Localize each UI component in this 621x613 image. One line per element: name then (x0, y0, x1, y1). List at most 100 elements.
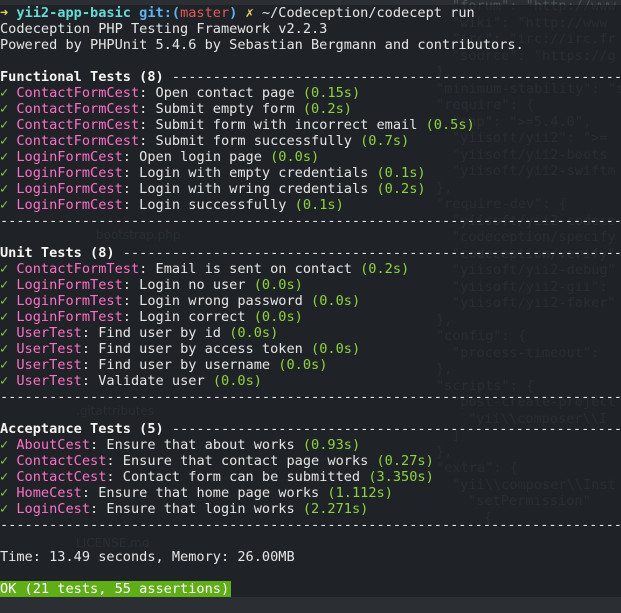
test-time: (0.0s) (229, 325, 279, 341)
test-class: ContactCest (16, 469, 107, 485)
test-suites: Functional Tests (8) -------------------… (0, 69, 621, 533)
check-icon: ✓ (0, 485, 9, 501)
test-description: Login no user (139, 277, 246, 293)
test-class: ContactFormCest (16, 85, 140, 101)
suite-separator: ----------------------------------------… (122, 245, 621, 261)
test-result-row: ✓ AboutCest: Ensure that about works (0.… (0, 437, 361, 453)
test-description: Submit empty form (155, 101, 295, 117)
prompt-command: run (450, 5, 475, 21)
check-icon: ✓ (0, 453, 9, 469)
check-icon: ✓ (0, 469, 9, 485)
test-class: LoginCest (16, 501, 91, 517)
test-class: LoginFormTest (16, 309, 123, 325)
test-result-row: ✓ ContactCest: Ensure that contact page … (0, 453, 434, 469)
prompt-dirty-icon: ✗ (245, 5, 254, 21)
test-class: UserTest (16, 341, 82, 357)
suite-footer-separator: ----------------------------------------… (0, 213, 621, 229)
prompt-branch: master (180, 5, 230, 21)
test-result-row: ✓ HomeCest: Ensure that home page works … (0, 485, 393, 501)
check-icon: ✓ (0, 373, 9, 389)
check-icon: ✓ (0, 309, 9, 325)
test-class: LoginFormCest (16, 197, 123, 213)
check-icon: ✓ (0, 149, 9, 165)
test-result-row: ✓ ContactFormCest: Submit form successfu… (0, 133, 410, 149)
test-time: (0.93s) (302, 437, 361, 453)
check-icon: ✓ (0, 261, 9, 277)
check-icon: ✓ (0, 117, 9, 133)
suite-footer-separator: ----------------------------------------… (0, 389, 621, 405)
test-time: (0.0s) (212, 373, 262, 389)
test-description: Find user by access token (98, 341, 303, 357)
test-time: (0.27s) (376, 453, 434, 469)
test-result-row: ✓ LoginFormTest: Login no user (0.0s) (0, 277, 303, 293)
test-description: Ensure that login works (106, 501, 295, 517)
test-description: Login with wring credentials (139, 181, 369, 197)
test-class: LoginFormCest (16, 181, 123, 197)
time-summary: Time: 13.49 seconds, Memory: 26.00MB (0, 549, 295, 565)
check-icon: ✓ (0, 437, 9, 453)
test-result-row: ✓ UserTest: Validate user (0.0s) (0, 373, 262, 389)
test-time: (0.2s) (302, 101, 352, 117)
test-time: (0.0s) (278, 357, 328, 373)
test-time: (3.350s) (368, 469, 434, 485)
test-result-row: ✓ LoginFormTest: Login wrong password (0… (0, 293, 361, 309)
suite-title: Unit Tests (8) (0, 245, 115, 261)
suite-title: Acceptance Tests (5) (0, 421, 164, 437)
check-icon: ✓ (0, 133, 9, 149)
check-icon: ✓ (0, 277, 9, 293)
test-time: (0.1s) (376, 165, 426, 181)
test-description: Open login page (139, 149, 262, 165)
test-description: Login with empty credentials (139, 165, 369, 181)
test-result-row: ✓ ContactFormCest: Submit form with inco… (0, 117, 475, 133)
prompt-line: ➜ yii2-app-basic git:(master) ✗ ~/Codece… (0, 5, 621, 21)
suite-footer-separator: ----------------------------------------… (0, 517, 621, 533)
test-class: ContactFormCest (16, 117, 140, 133)
test-time: (0.2s) (376, 181, 426, 197)
check-icon: ✓ (0, 85, 9, 101)
test-class: LoginFormTest (16, 277, 123, 293)
test-result-row: ✓ ContactFormCest: Open contact page (0.… (0, 85, 361, 101)
test-class: ContactCest (16, 453, 107, 469)
test-class: LoginFormTest (16, 293, 123, 309)
terminal-window[interactable]: ➜ yii2-app-basic git:(master) ✗ ~/Codece… (0, 5, 621, 597)
test-description: Ensure that about works (106, 437, 295, 453)
test-description: Ensure that home page works (98, 485, 320, 501)
test-description: Login successfully (139, 197, 287, 213)
test-description: Ensure that contact page works (122, 453, 369, 469)
test-description: Find user by username (98, 357, 271, 373)
check-icon: ✓ (0, 325, 9, 341)
test-class: ContactFormCest (16, 133, 140, 149)
test-description: Email is sent on contact (155, 261, 352, 277)
test-class: HomeCest (16, 485, 82, 501)
suite-header: Acceptance Tests (5) -------------------… (0, 421, 621, 437)
test-description: Submit form successfully (155, 133, 352, 149)
test-class: LoginFormCest (16, 165, 123, 181)
prompt-dir: yii2-app-basic (16, 5, 131, 21)
test-class: AboutCest (16, 437, 91, 453)
test-result-row: ✓ LoginFormTest: Login correct (0.0s) (0, 309, 303, 325)
test-time: (2.271s) (302, 501, 369, 517)
test-class: LoginFormCest (16, 149, 123, 165)
test-time: (0.1s) (294, 197, 344, 213)
prompt-path: ~/Codeception/codecept (261, 5, 442, 21)
test-time: (0.0s) (311, 293, 361, 309)
test-description: Find user by id (98, 325, 221, 341)
check-icon: ✓ (0, 501, 9, 517)
test-class: UserTest (16, 325, 82, 341)
test-result-row: ✓ ContactFormCest: Submit empty form (0.… (0, 101, 352, 117)
check-icon: ✓ (0, 101, 9, 117)
test-class: ContactFormTest (16, 261, 140, 277)
suite-title: Functional Tests (8) (0, 69, 164, 85)
test-time: (0.0s) (311, 341, 361, 357)
test-description: Login correct (139, 309, 246, 325)
test-result-row: ✓ UserTest: Find user by username (0.0s) (0, 357, 328, 373)
test-class: UserTest (16, 373, 82, 389)
check-icon: ✓ (0, 181, 9, 197)
test-time: (1.112s) (327, 485, 393, 501)
test-class: ContactFormCest (16, 101, 140, 117)
prompt-git-label: git:( (139, 5, 181, 21)
test-result-row: ✓ ContactFormTest: Email is sent on cont… (0, 261, 410, 277)
test-time: (0.7s) (360, 133, 410, 149)
